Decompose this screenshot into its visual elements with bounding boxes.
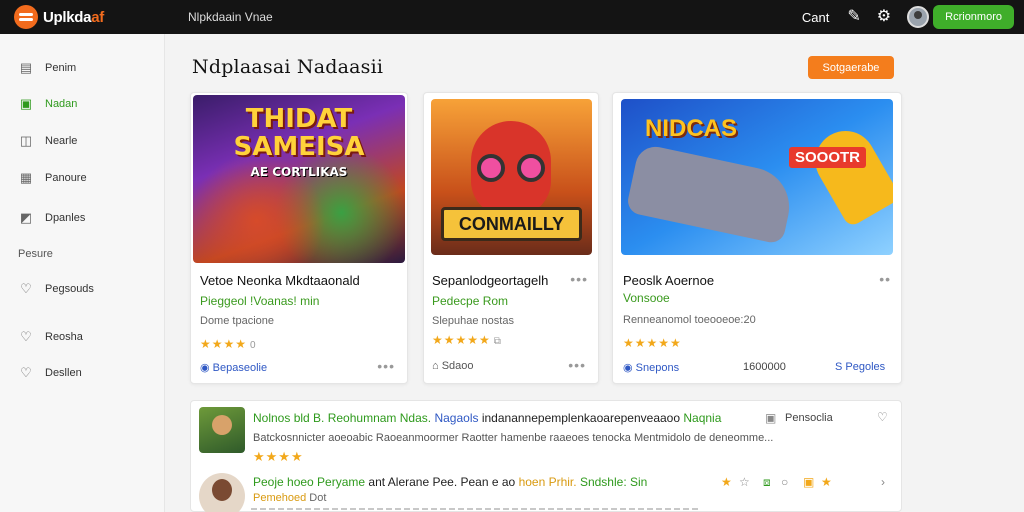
sidebar-item-dpanles[interactable]: ◩ Dpanles [18, 210, 86, 226]
bookmark-icon[interactable]: ▣ [765, 411, 776, 425]
game-thumbnail[interactable]: NIDCAS SOOOTR [621, 99, 893, 255]
heart-icon: ♡ [20, 365, 32, 380]
card-subtitle: Vonsooe [623, 291, 670, 305]
heart-icon: ♡ [20, 281, 32, 296]
card-title[interactable]: Vetoe Neonka Mkdtaaonald [200, 273, 360, 288]
home-icon: ▣ [19, 96, 33, 111]
game-card[interactable]: CONMAILLY Sepanlodgeortagelh ••• Pedecpe… [423, 92, 599, 384]
info-icon: ◉ [623, 362, 636, 374]
download-count: 1600000 [743, 361, 786, 373]
send-icon: ◩ [19, 210, 33, 225]
page-icon: ▤ [19, 60, 33, 75]
rating-stars: ★★★★ [253, 449, 304, 464]
sidebar-item-label: Pegsouds [45, 283, 94, 295]
box-icon[interactable]: ▣ [803, 475, 814, 489]
game-thumbnail[interactable]: CONMAILLY [431, 99, 592, 255]
heart-icon[interactable]: ♡ [877, 410, 888, 424]
character-art [517, 154, 545, 182]
feed-item-label: Pensoclia [785, 412, 833, 424]
gift-icon[interactable]: ⧈ [763, 475, 771, 490]
puzzle-icon[interactable]: ✎ [847, 9, 860, 25]
avatar[interactable] [199, 407, 245, 453]
calendar-icon: ▦ [19, 170, 33, 185]
sidebar-item-label: Desllen [45, 367, 82, 379]
home-icon: ⌂ [432, 360, 442, 372]
chevron-right-icon[interactable]: › [881, 475, 885, 489]
sidebar-item-label: Nearle [45, 135, 78, 147]
comment-icon[interactable]: ○ [781, 475, 788, 489]
card-meta: Dome tpacione [200, 315, 274, 327]
sidebar-item-nadan[interactable]: ▣ Nadan [18, 96, 78, 112]
card-link[interactable]: ⌂ Sdaoo [432, 360, 474, 372]
art-tag: SOOOTR [789, 147, 867, 168]
logo-text: Uplkdaaf [43, 8, 104, 26]
rating-stars: ★★★★★ [623, 336, 682, 350]
star-outline-icon[interactable]: ☆ [739, 475, 750, 489]
more-icon[interactable]: ••• [568, 357, 586, 373]
game-card[interactable]: THIDAT SAMEISA AE CORTLIKAS Vetoe Neonka… [190, 92, 408, 384]
sidebar-item-label: Nadan [45, 98, 78, 110]
feed-item-meta: Pemehoed Dot [253, 492, 327, 504]
gear-icon[interactable]: ⚙ [877, 9, 891, 25]
more-icon[interactable]: •• [879, 271, 891, 287]
feed-item-title[interactable]: Peoje hoeo Peryame ant Alerane Pee. Pean… [253, 475, 647, 489]
art-subtitle: AE CORTLIKAS [250, 165, 348, 179]
sidebar-item-desllen[interactable]: ♡ Desllen [18, 365, 82, 381]
card-meta: Slepuhae nostas [432, 315, 514, 327]
card-secondary-link[interactable]: S Pegoles [835, 361, 885, 373]
avatar[interactable] [907, 6, 930, 28]
logo[interactable]: Uplkdaaf [14, 5, 184, 29]
sidebar-item-nearle[interactable]: ◫ Nearle [18, 133, 78, 149]
tag-icon: ◫ [19, 133, 33, 148]
card-title[interactable]: Peoslk Aoernoe [623, 273, 714, 288]
feed-item-title[interactable]: Nolnos bld B. Reohumnam Ndas. Nagaols in… [253, 411, 721, 425]
character-art [477, 154, 505, 182]
rocket-art [804, 120, 893, 228]
art-title: CONMAILLY [441, 207, 582, 241]
divider [251, 508, 701, 510]
card-link[interactable]: ◉ Bepaseolie [200, 361, 267, 374]
art-title: NIDCAS [645, 115, 738, 142]
card-meta: Renneanomol toeooeoe:20 [623, 314, 756, 326]
card-subtitle: Pedecpe Rom [432, 294, 509, 308]
game-thumbnail[interactable]: THIDAT SAMEISA AE CORTLIKAS [193, 95, 405, 263]
sidebar-item-label: Penim [45, 62, 77, 74]
avatar[interactable] [199, 473, 245, 512]
sidebar-item-label: Panoure [45, 172, 87, 184]
heart-icon: ♡ [20, 329, 32, 344]
rating-stars: ★★★★★ ⧉ [432, 333, 501, 347]
app-title: Nlpkdaain Vnae [188, 10, 273, 24]
logo-icon [14, 5, 38, 29]
card-subtitle: Pieggeol !Voanas! min [200, 294, 320, 308]
account-button[interactable]: Rcrionmoro [933, 5, 1014, 29]
sidebar-section-label: Pesure [18, 248, 53, 260]
feed-item-body: Batckosnnicter aoeoabic Raoeanmoormer Ra… [253, 432, 774, 444]
sidebar-item-panoure[interactable]: ▦ Panoure [18, 170, 87, 186]
sidebar-item-label: Reosha [45, 331, 83, 343]
rating-stars: ★★★★ 0 [200, 337, 256, 351]
sidebar: ▤ Penim ▣ Nadan ◫ Nearle ▦ Panoure ◩ Dpa… [0, 34, 165, 512]
cart-link[interactable]: Cant [802, 10, 829, 25]
sidebar-item-pegsouds[interactable]: ♡ Pegsouds [18, 281, 94, 297]
more-icon[interactable]: ••• [570, 271, 588, 287]
sidebar-item-label: Dpanles [45, 212, 86, 224]
car-art [625, 143, 797, 245]
info-icon: ◉ [200, 362, 213, 374]
card-title[interactable]: Sepanlodgeortagelh [432, 273, 548, 288]
sidebar-item-reosha[interactable]: ♡ Reosha [18, 329, 83, 345]
top-bar: Uplkdaaf Nlpkdaain Vnae Cant ✎ ⚙ Rcrionm… [0, 0, 1024, 34]
art-title: THIDAT SAMEISA [233, 104, 365, 162]
primary-action-button[interactable]: Sotgaerabe [808, 56, 894, 79]
star-icon[interactable]: ★ [721, 475, 732, 489]
more-icon[interactable]: ••• [377, 358, 395, 374]
activity-feed: Nolnos bld B. Reohumnam Ndas. Nagaols in… [190, 400, 902, 512]
game-card[interactable]: NIDCAS SOOOTR Peoslk Aoernoe •• Vonsooe … [612, 92, 902, 384]
card-link[interactable]: ◉ Snepons [623, 361, 679, 374]
star-icon[interactable]: ★ [821, 475, 832, 489]
page-title: Ndplaasai Nadaasii [192, 56, 384, 78]
sidebar-item-penim[interactable]: ▤ Penim [18, 60, 76, 76]
